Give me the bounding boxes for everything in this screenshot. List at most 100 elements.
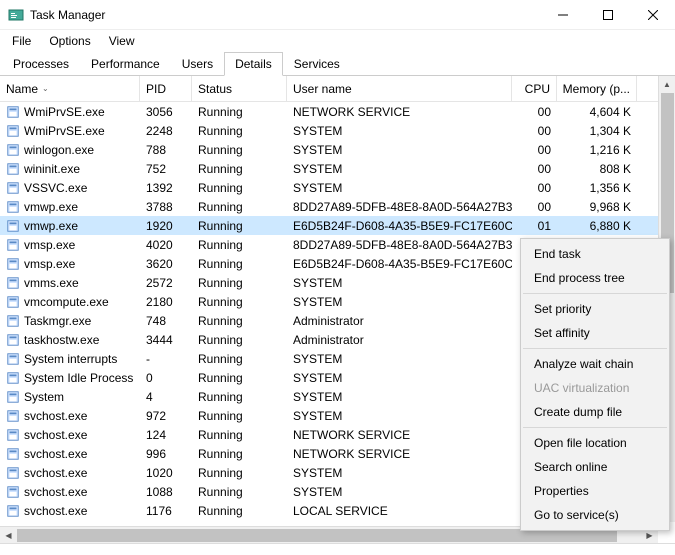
cell-status: Running (192, 200, 287, 214)
cell-user: SYSTEM (287, 124, 512, 138)
tab-users[interactable]: Users (171, 52, 224, 76)
cell-cpu: 00 (512, 143, 557, 157)
cell-name: vmms.exe (0, 276, 140, 290)
ctx-separator (523, 293, 667, 294)
col-name-label: Name (6, 82, 38, 96)
cell-memory: 6,880 K (557, 219, 637, 233)
cell-user: SYSTEM (287, 181, 512, 195)
cell-pid: 124 (140, 428, 192, 442)
ctx-set-priority[interactable]: Set priority (522, 297, 668, 321)
maximize-button[interactable] (585, 0, 630, 30)
cell-name: vmwp.exe (0, 200, 140, 214)
cell-pid: - (140, 352, 192, 366)
col-pid[interactable]: PID (140, 76, 192, 101)
cell-pid: 748 (140, 314, 192, 328)
tab-strip: Processes Performance Users Details Serv… (0, 52, 675, 76)
cell-user: NETWORK SERVICE (287, 105, 512, 119)
table-row[interactable]: VSSVC.exe1392RunningSYSTEM001,356 K (0, 178, 675, 197)
ctx-end-task[interactable]: End task (522, 242, 668, 266)
cell-status: Running (192, 466, 287, 480)
cell-cpu: 00 (512, 162, 557, 176)
status-bar (0, 543, 675, 555)
cell-name: Taskmgr.exe (0, 314, 140, 328)
cell-pid: 1088 (140, 485, 192, 499)
tab-performance[interactable]: Performance (80, 52, 171, 76)
col-memory[interactable]: Memory (p... (557, 76, 637, 101)
col-status[interactable]: Status (192, 76, 287, 101)
cell-memory: 1,216 K (557, 143, 637, 157)
cell-name: svchost.exe (0, 485, 140, 499)
ctx-properties[interactable]: Properties (522, 479, 668, 503)
minimize-button[interactable] (540, 0, 585, 30)
cell-pid: 1176 (140, 504, 192, 518)
tab-processes[interactable]: Processes (2, 52, 80, 76)
cell-memory: 1,304 K (557, 124, 637, 138)
ctx-set-affinity[interactable]: Set affinity (522, 321, 668, 345)
cell-user: SYSTEM (287, 485, 512, 499)
cell-name: System interrupts (0, 352, 140, 366)
cell-status: Running (192, 447, 287, 461)
ctx-analyze-wait-chain[interactable]: Analyze wait chain (522, 352, 668, 376)
table-row[interactable]: vmwp.exe1920RunningE6D5B24F-D608-4A35-B5… (0, 216, 675, 235)
table-row[interactable]: vmwp.exe3788Running8DD27A89-5DFB-48E8-8A… (0, 197, 675, 216)
col-user[interactable]: User name (287, 76, 512, 101)
cell-status: Running (192, 162, 287, 176)
menu-options[interactable]: Options (41, 32, 98, 50)
cell-status: Running (192, 314, 287, 328)
menubar: File Options View (0, 30, 675, 52)
cell-pid: 972 (140, 409, 192, 423)
menu-file[interactable]: File (4, 32, 39, 50)
cell-cpu: 00 (512, 181, 557, 195)
cell-name: wininit.exe (0, 162, 140, 176)
cell-user: SYSTEM (287, 409, 512, 423)
cell-user: Administrator (287, 333, 512, 347)
cell-name: svchost.exe (0, 428, 140, 442)
tab-details[interactable]: Details (224, 52, 283, 76)
cell-user: Administrator (287, 314, 512, 328)
cell-pid: 2248 (140, 124, 192, 138)
cell-name: vmcompute.exe (0, 295, 140, 309)
cell-status: Running (192, 428, 287, 442)
cell-name: VSSVC.exe (0, 181, 140, 195)
cell-name: winlogon.exe (0, 143, 140, 157)
scroll-left-button[interactable]: ◀ (0, 527, 17, 544)
close-button[interactable] (630, 0, 675, 30)
table-row[interactable]: WmiPrvSE.exe2248RunningSYSTEM001,304 K (0, 121, 675, 140)
cell-name: WmiPrvSE.exe (0, 105, 140, 119)
cell-status: Running (192, 390, 287, 404)
cell-name: svchost.exe (0, 409, 140, 423)
ctx-open-file-location[interactable]: Open file location (522, 431, 668, 455)
table-row[interactable]: wininit.exe752RunningSYSTEM00808 K (0, 159, 675, 178)
scroll-up-button[interactable]: ▲ (659, 76, 675, 93)
cell-status: Running (192, 181, 287, 195)
cell-status: Running (192, 276, 287, 290)
context-menu: End task End process tree Set priority S… (520, 238, 670, 531)
ctx-end-process-tree[interactable]: End process tree (522, 266, 668, 290)
cell-pid: 3444 (140, 333, 192, 347)
cell-status: Running (192, 238, 287, 252)
col-cpu[interactable]: CPU (512, 76, 557, 101)
ctx-create-dump-file[interactable]: Create dump file (522, 400, 668, 424)
cell-user: LOCAL SERVICE (287, 504, 512, 518)
cell-status: Running (192, 352, 287, 366)
table-row[interactable]: WmiPrvSE.exe3056RunningNETWORK SERVICE00… (0, 102, 675, 121)
cell-pid: 4 (140, 390, 192, 404)
cell-name: System (0, 390, 140, 404)
table-row[interactable]: winlogon.exe788RunningSYSTEM001,216 K (0, 140, 675, 159)
menu-view[interactable]: View (101, 32, 143, 50)
titlebar: Task Manager (0, 0, 675, 30)
cell-pid: 996 (140, 447, 192, 461)
cell-user: SYSTEM (287, 162, 512, 176)
col-name[interactable]: Name⌄ (0, 76, 140, 101)
cell-user: E6D5B24F-D608-4A35-B5E9-FC17E60C0... (287, 219, 512, 233)
tab-services[interactable]: Services (283, 52, 351, 76)
task-manager-icon (8, 7, 24, 23)
cell-name: vmsp.exe (0, 257, 140, 271)
cell-pid: 752 (140, 162, 192, 176)
ctx-uac-virtualization: UAC virtualization (522, 376, 668, 400)
ctx-search-online[interactable]: Search online (522, 455, 668, 479)
cell-user: SYSTEM (287, 371, 512, 385)
cell-status: Running (192, 257, 287, 271)
cell-memory: 1,356 K (557, 181, 637, 195)
ctx-go-to-service[interactable]: Go to service(s) (522, 503, 668, 527)
